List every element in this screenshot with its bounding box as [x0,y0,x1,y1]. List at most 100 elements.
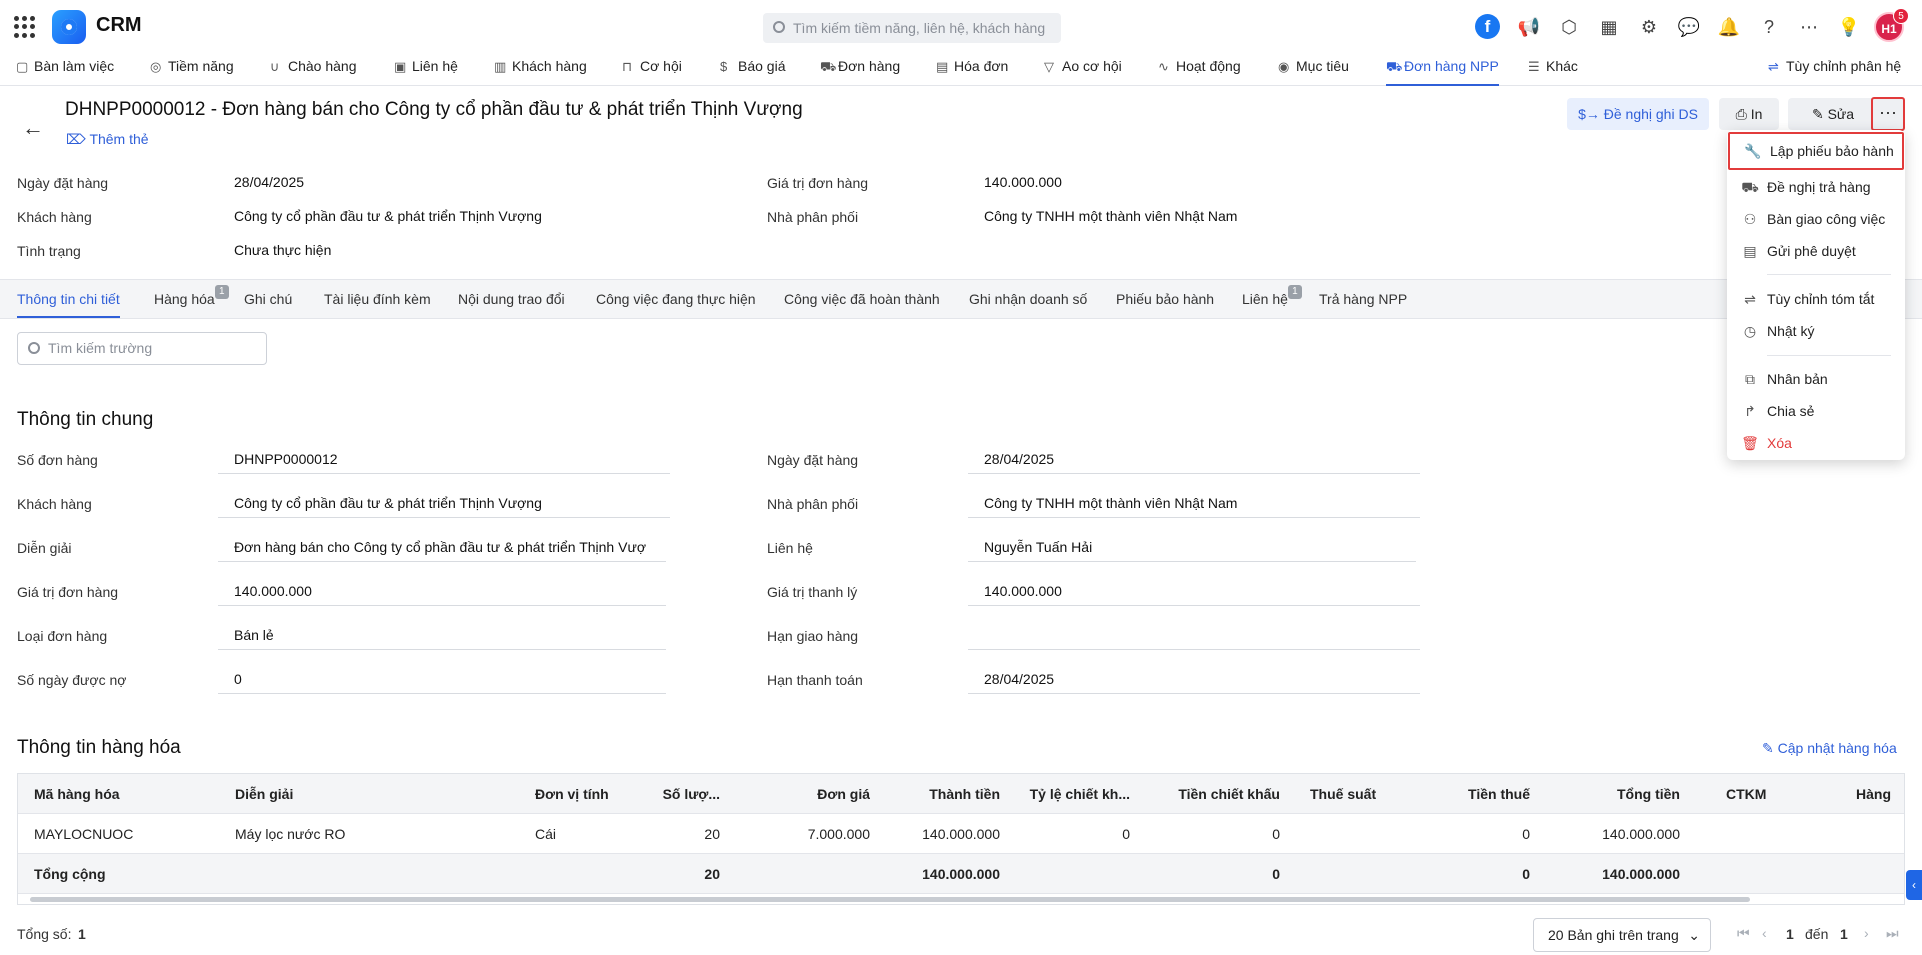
col-header[interactable]: Tỷ lệ chiết kh... [1020,774,1130,814]
menu-item-duplicate[interactable]: ⧉ Nhân bản [1727,364,1905,394]
menu-label: Xóa [1767,435,1792,451]
nav-label: Đơn hàng NPP [1404,58,1499,74]
col-header[interactable]: Đơn giá [740,774,870,814]
chat-icon[interactable]: 💬 [1677,15,1701,39]
nav-item-ban-lam-viec[interactable]: ▢ Bàn làm việc [16,52,114,86]
nav-item-co-hoi[interactable]: ⊓ Cơ hội [622,52,682,86]
side-panel-toggle-icon[interactable]: ‹ [1906,870,1922,900]
col-header[interactable]: Diễn giải [235,774,495,814]
first-page-icon[interactable]: ⏮ [1737,925,1750,942]
col-header[interactable]: Hàng [1856,774,1904,814]
table-row[interactable]: MAYLOCNUOC Máy lọc nước RO Cái 20 7.000.… [18,814,1904,854]
cell-unit: Cái [535,826,557,842]
tab-hang-hoa[interactable]: Hàng hóa 1 [154,280,229,318]
propose-sales-button[interactable]: $→ Đề nghị ghi DS [1567,98,1709,130]
calendar-icon[interactable]: ▦ [1597,15,1621,39]
prev-page-icon[interactable]: ‹ [1762,925,1767,941]
col-header[interactable]: Số lượ... [630,774,720,814]
tab-cong-viec-da-hoan-thanh[interactable]: Công việc đã hoàn thành [784,280,940,318]
menu-item-warranty[interactable]: 🔧 Lập phiếu bảo hành [1728,132,1904,170]
briefcase-icon: ▢ [16,59,29,74]
print-button[interactable]: ⎙ In [1719,98,1779,130]
add-tag-link[interactable]: ⌦ Thêm thẻ [66,131,149,148]
tab-lien-he[interactable]: Liên hệ 1 [1242,280,1302,318]
global-search-input[interactable]: Tìm kiếm tiềm năng, liên hệ, khách hàng [763,13,1061,43]
more-actions-button[interactable]: ··· [1871,97,1905,131]
back-arrow-icon[interactable]: ← [22,115,44,141]
tab-tra-hang-npp[interactable]: Trả hàng NPP [1319,280,1407,318]
customer-link[interactable]: Công ty cổ phần đầu tư & phát triển Thịn… [218,488,670,511]
megaphone-icon[interactable]: 📢 [1517,15,1541,39]
col-header[interactable]: Tiền chiết khấu [1140,774,1280,814]
nav-item-muc-tieu[interactable]: ◉ Mục tiêu [1278,52,1349,86]
field-payment-deadline: 28/04/2025 [968,664,1420,694]
field-label: Giá trị thanh lý [767,584,858,600]
nav-item-bao-gia[interactable]: $ Báo giá [720,52,785,86]
menu-item-history[interactable]: ◷ Nhật ký [1727,316,1905,346]
lightbulb-icon[interactable]: 💡 [1837,15,1861,39]
col-header[interactable]: CTKM [1726,774,1806,814]
facebook-icon[interactable]: f [1475,14,1500,39]
customize-modules-link[interactable]: ⇌ Tùy chỉnh phân hệ [1768,52,1901,86]
table-horizontal-scrollbar[interactable] [30,897,1750,902]
bell-icon[interactable]: 🔔 [1717,15,1741,39]
page-size-select[interactable]: 20 Bản ghi trên trang ⌄ [1533,918,1711,952]
nav-item-khach-hang[interactable]: ▥ Khách hàng [494,52,587,86]
menu-item-delete[interactable]: 🗑 Xóa [1727,428,1905,458]
gear-icon[interactable]: ⚙ [1637,15,1661,39]
edit-button[interactable]: ✎ Sửa [1788,98,1878,130]
menu-item-customize-summary[interactable]: ⇌ Tùy chỉnh tóm tắt [1727,284,1905,314]
nav-item-lien-he[interactable]: ▣ Liên hệ [394,52,458,86]
summary-customer-link[interactable]: Công ty cổ phần đầu tư & phát triển Thịn… [234,208,542,224]
more-apps-icon[interactable]: ⋯ [1797,15,1821,39]
apps-grid-icon[interactable] [14,16,36,38]
nav-item-khac[interactable]: ☰ Khác [1528,52,1578,86]
tab-count-badge: 1 [214,285,229,299]
page-size-value: 20 Bản ghi trên trang [1548,927,1679,943]
menu-icon: ☰ [1528,59,1540,74]
table-total-row: Tổng cộng 20 140.000.000 0 0 140.000.000 [18,854,1904,894]
nav-item-ao-co-hoi[interactable]: ▽ Ao cơ hội [1044,52,1122,86]
distributor-link[interactable]: Công ty TNHH một thành viên Nhật Nam [968,488,1420,511]
nav-item-hoa-don[interactable]: ▤ Hóa đơn [936,52,1008,86]
tab-phieu-bao-hanh[interactable]: Phiếu bảo hành [1116,280,1214,318]
nav-item-tiem-nang[interactable]: ◎ Tiềm năng [150,52,234,86]
tab-noi-dung-trao-doi[interactable]: Nội dung trao đổi [458,280,565,318]
menu-item-return-request[interactable]: ⛟ Đề nghị trả hàng [1727,172,1905,202]
help-icon[interactable]: ? [1757,15,1781,39]
tab-ghi-chu[interactable]: Ghi chú [244,280,292,318]
tab-tai-lieu[interactable]: Tài liệu đính kèm [324,280,431,318]
col-header[interactable]: Thuế suất [1310,774,1410,814]
last-page-icon[interactable]: ⏭ [1886,925,1899,942]
field-search-input[interactable]: Tìm kiếm trường [17,332,267,365]
sliders-icon: ⇌ [1744,291,1756,307]
col-header[interactable]: Tiền thuế [1400,774,1530,814]
menu-item-send-approval[interactable]: ▤ Gửi phê duyệt [1727,236,1905,266]
contact-link[interactable]: Nguyễn Tuấn Hải [968,532,1416,555]
col-header[interactable]: Thành tiền [880,774,1000,814]
update-goods-link[interactable]: ✎ Cập nhật hàng hóa [1762,740,1897,757]
next-page-icon[interactable]: › [1864,925,1869,941]
cell-quantity: 20 [704,826,720,842]
summary-status: Chưa thực hiện [234,242,332,258]
activity-icon: ∿ [1158,59,1169,74]
summary-customer-label: Khách hàng [17,209,92,225]
cell-unit-price: 7.000.000 [807,826,870,842]
box-icon[interactable]: ⬡ [1557,15,1581,39]
field-label: Số ngày được nợ [17,672,127,688]
contact-icon: ▣ [394,59,407,74]
col-header[interactable]: Mã hàng hóa [34,774,194,814]
menu-item-handover[interactable]: ⚇ Bàn giao công việc [1727,204,1905,234]
tab-thong-tin-chi-tiet[interactable]: Thông tin chi tiết [17,280,120,318]
nav-item-don-hang-npp[interactable]: ⛟ Đơn hàng NPP [1386,52,1499,86]
menu-item-share[interactable]: ↱ Chia sẻ [1727,396,1905,426]
nav-item-don-hang[interactable]: ⛟ Đơn hàng [820,52,900,86]
col-header[interactable]: Tổng tiền [1550,774,1680,814]
nav-item-chao-hang[interactable]: ∪ Chào hàng [270,52,357,86]
history-icon: ◷ [1743,323,1757,339]
tab-ghi-nhan-doanh-so[interactable]: Ghi nhận doanh số [969,280,1087,318]
tab-cong-viec-dang-thuc-hien[interactable]: Công việc đang thực hiện [596,280,756,318]
nav-item-hoat-dong[interactable]: ∿ Hoạt động [1158,52,1241,86]
col-header[interactable]: Đơn vị tính [535,774,625,814]
summary-distributor-link[interactable]: Công ty TNHH một thành viên Nhật Nam [984,208,1237,224]
